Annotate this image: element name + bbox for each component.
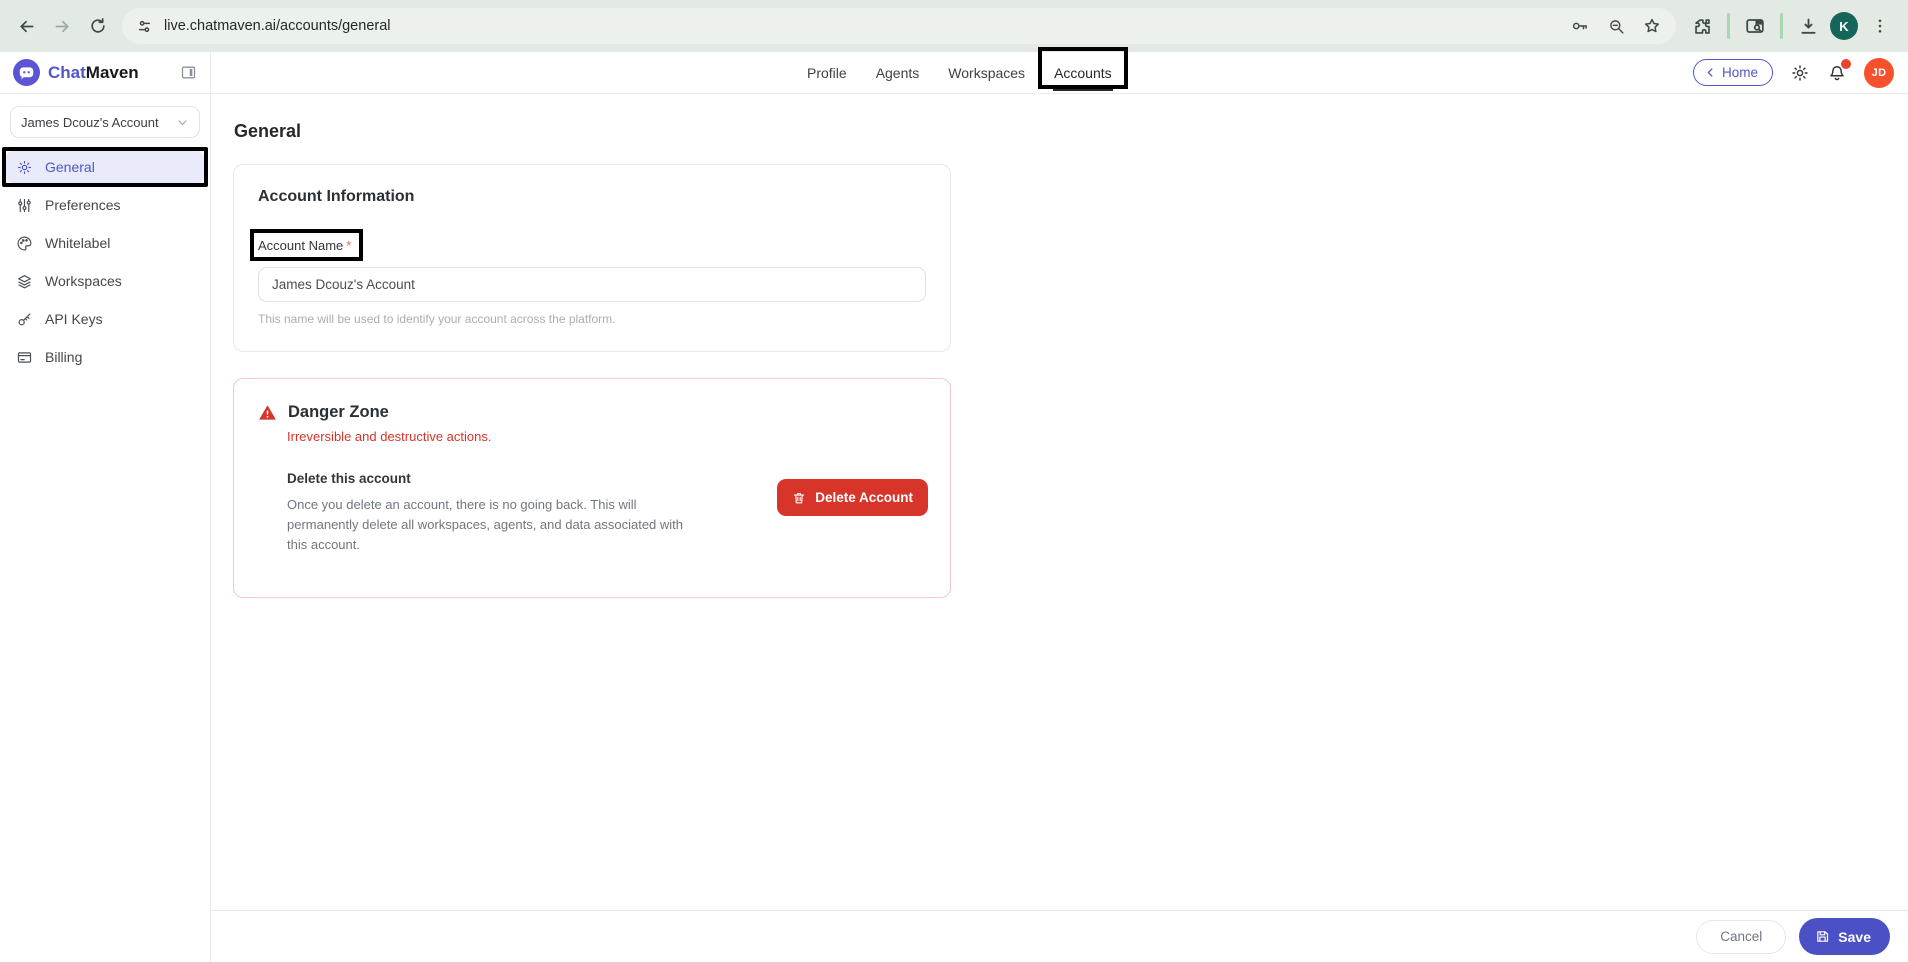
chevron-left-icon: [1704, 66, 1717, 79]
sidebar-item-whitelabel[interactable]: Whitelabel: [6, 227, 204, 259]
delete-account-title: Delete this account: [287, 471, 689, 486]
reload-icon[interactable]: [80, 8, 116, 44]
back-icon[interactable]: [8, 8, 44, 44]
tab-profile[interactable]: Profile: [806, 61, 848, 85]
url-bar[interactable]: live.chatmaven.ai/accounts/general: [122, 8, 1676, 44]
tab-search-icon[interactable]: [1739, 10, 1771, 42]
account-information-heading: Account Information: [258, 188, 926, 206]
main-content: General Account Information Account Name…: [211, 94, 1908, 910]
panel-toggle-icon[interactable]: [180, 64, 197, 81]
app-header: Profile Agents Workspaces Accounts Home …: [0, 52, 1908, 94]
save-icon: [1815, 929, 1830, 944]
account-name-label: Account Name*: [258, 238, 351, 253]
save-button[interactable]: Save: [1799, 918, 1890, 955]
trash-icon: [792, 491, 806, 505]
notification-badge: [1841, 59, 1851, 69]
layers-icon: [16, 273, 33, 290]
sidebar-item-preferences[interactable]: Preferences: [6, 189, 204, 221]
palette-icon: [16, 235, 33, 252]
password-key-icon[interactable]: [1564, 10, 1596, 42]
brand-name: ChatMaven: [48, 63, 139, 83]
account-information-card: Account Information Account Name* This n…: [233, 164, 951, 352]
warning-icon: [258, 403, 277, 422]
extensions-icon[interactable]: [1686, 10, 1718, 42]
home-button[interactable]: Home: [1693, 59, 1773, 86]
account-selector[interactable]: James Dcouz's Account: [10, 106, 200, 138]
danger-zone-warning: Irreversible and destructive actions.: [287, 429, 928, 444]
account-name-helper-text: This name will be used to identify your …: [258, 312, 926, 326]
annotation-box-general-item: [2, 147, 208, 187]
delete-account-button[interactable]: Delete Account: [777, 479, 928, 516]
page-title: General: [234, 121, 1908, 142]
footer-bar: Cancel Save: [211, 910, 1908, 962]
browser-profile-avatar[interactable]: K: [1830, 12, 1858, 40]
key-icon: [16, 311, 33, 328]
chat-logo-icon: [13, 59, 40, 86]
url-text[interactable]: live.chatmaven.ai/accounts/general: [164, 18, 1564, 34]
settings-gear-icon[interactable]: [1790, 63, 1810, 83]
danger-zone-heading: Danger Zone: [288, 403, 389, 422]
sidebar-item-workspaces[interactable]: Workspaces: [6, 265, 204, 297]
sidebar: ChatMaven James Dcouz's Account General …: [0, 52, 211, 962]
billing-card-icon: [16, 349, 33, 366]
account-name-input[interactable]: [258, 267, 926, 302]
sidebar-nav: General Preferences Whitelabel Workspace…: [0, 150, 210, 374]
toolbar-separator: [1780, 13, 1783, 39]
bookmark-star-icon[interactable]: [1636, 10, 1668, 42]
tab-workspaces[interactable]: Workspaces: [947, 61, 1026, 85]
user-avatar[interactable]: JD: [1864, 58, 1894, 88]
sidebar-item-billing[interactable]: Billing: [6, 341, 204, 373]
danger-zone-card: Danger Zone Irreversible and destructive…: [233, 378, 951, 598]
sidebar-item-api-keys[interactable]: API Keys: [6, 303, 204, 335]
annotation-box-accounts-tab: [1038, 47, 1128, 89]
forward-icon[interactable]: [44, 8, 80, 44]
browser-menu-icon[interactable]: [1864, 10, 1896, 42]
sliders-icon: [16, 197, 33, 214]
sidebar-item-general[interactable]: General: [6, 151, 204, 183]
chevron-down-icon: [176, 116, 189, 129]
annotation-box-account-name-label: [250, 229, 363, 261]
brand-row: ChatMaven: [0, 52, 210, 94]
downloads-icon[interactable]: [1792, 10, 1824, 42]
toolbar-separator: [1727, 13, 1730, 39]
tab-accounts[interactable]: Accounts: [1053, 61, 1113, 85]
active-tab-underline: [1053, 89, 1113, 91]
cancel-button[interactable]: Cancel: [1696, 920, 1786, 954]
notifications-bell-icon[interactable]: [1827, 63, 1847, 83]
zoom-out-icon[interactable]: [1600, 10, 1632, 42]
site-info-icon[interactable]: [135, 17, 154, 36]
tab-agents[interactable]: Agents: [875, 61, 921, 85]
header-tabs: Profile Agents Workspaces Accounts: [806, 52, 1113, 93]
browser-toolbar: live.chatmaven.ai/accounts/general K: [0, 0, 1908, 52]
delete-account-description: Once you delete an account, there is no …: [287, 495, 689, 555]
